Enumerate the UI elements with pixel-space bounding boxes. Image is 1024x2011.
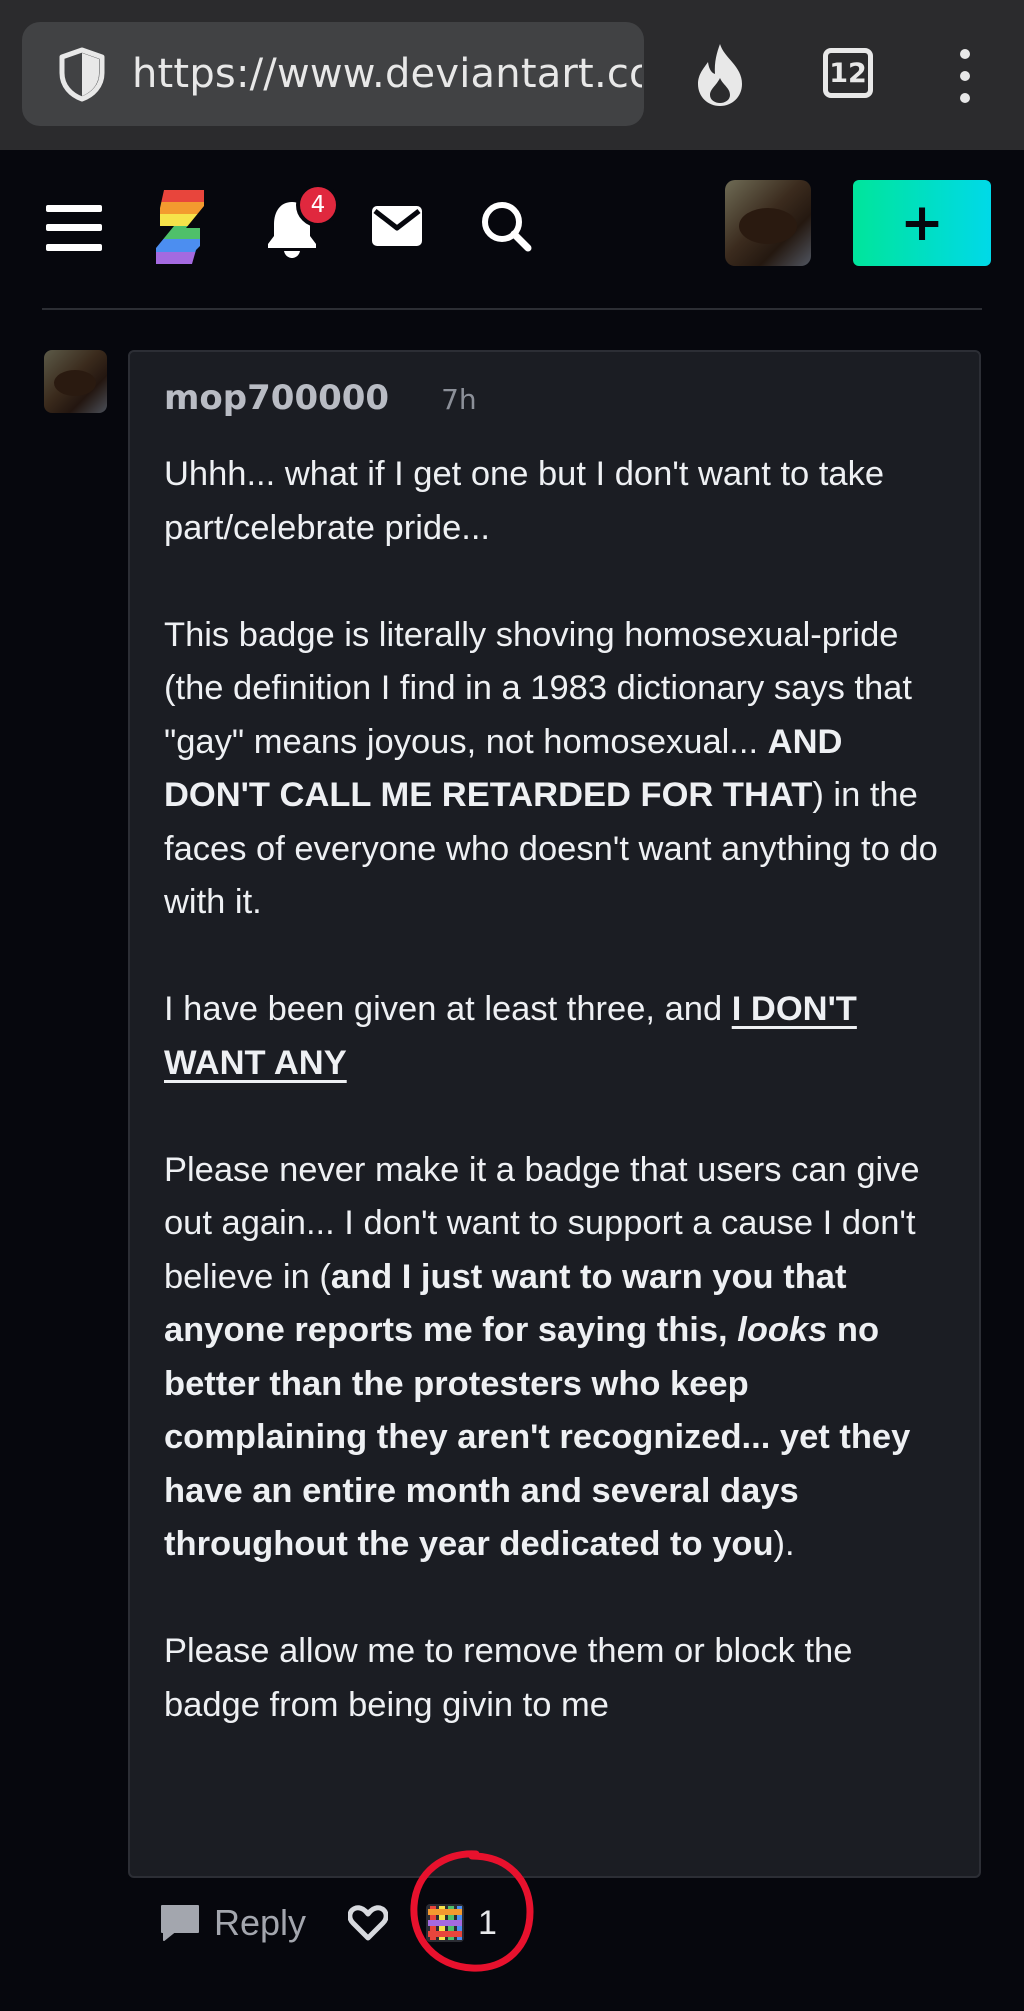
address-bar[interactable]: https://www.deviantart.co — [22, 22, 644, 126]
comment-italic-text: looks — [737, 1311, 828, 1349]
search-icon[interactable] — [480, 200, 532, 252]
comment-text: I have been given at least three, and — [164, 990, 732, 1028]
site-header: 4 + — [0, 150, 1024, 310]
create-button-label: + — [900, 193, 944, 253]
comment-username[interactable]: mop700000 — [164, 378, 389, 418]
browser-toolbar: https://www.deviantart.co 12 — [0, 0, 1024, 150]
comment-text: ). — [773, 1525, 795, 1563]
shield-icon[interactable] — [52, 44, 112, 104]
comment-paragraph: Please allow me to remove them or block … — [164, 1625, 954, 1732]
comment-text: Uhhh... what if I get one but I don't wa… — [164, 455, 885, 547]
comment-paragraph: I have been given at least three, and I … — [164, 983, 954, 1090]
notification-count: 4 — [310, 192, 326, 218]
heart-icon[interactable] — [348, 1905, 389, 1941]
fire-icon[interactable] — [690, 42, 750, 108]
header-divider — [42, 308, 982, 310]
comment-card: mop700000 7h Uhhh... what if I get one b… — [128, 350, 981, 1878]
comment-body: Uhhh... what if I get one but I don't wa… — [164, 448, 954, 1786]
annotation-circle — [410, 1850, 534, 1972]
comment-text: Please allow me to remove them or block … — [164, 1632, 853, 1724]
commenter-avatar[interactable] — [44, 350, 107, 413]
deviantart-logo-icon[interactable] — [156, 190, 204, 264]
comment-paragraph: Uhhh... what if I get one but I don't wa… — [164, 448, 954, 555]
menu-icon[interactable] — [46, 205, 102, 251]
comment-paragraph: This badge is literally shoving homosexu… — [164, 609, 954, 930]
url-text[interactable]: https://www.deviantart.co — [132, 51, 642, 97]
more-menu-icon[interactable] — [955, 46, 975, 106]
reply-button[interactable]: Reply — [214, 1902, 306, 1944]
mail-icon[interactable] — [372, 206, 422, 246]
comment-paragraph: Please never make it a badge that users … — [164, 1144, 954, 1572]
user-avatar[interactable] — [725, 180, 811, 266]
comment-timestamp[interactable]: 7h — [441, 383, 477, 416]
notification-count-badge: 4 — [296, 183, 340, 227]
tabs-button[interactable]: 12 — [823, 48, 873, 98]
comment-meta: mop700000 7h — [164, 378, 477, 418]
reply-icon[interactable] — [160, 1904, 200, 1942]
create-button[interactable]: + — [853, 180, 991, 266]
tab-count: 12 — [829, 57, 867, 89]
